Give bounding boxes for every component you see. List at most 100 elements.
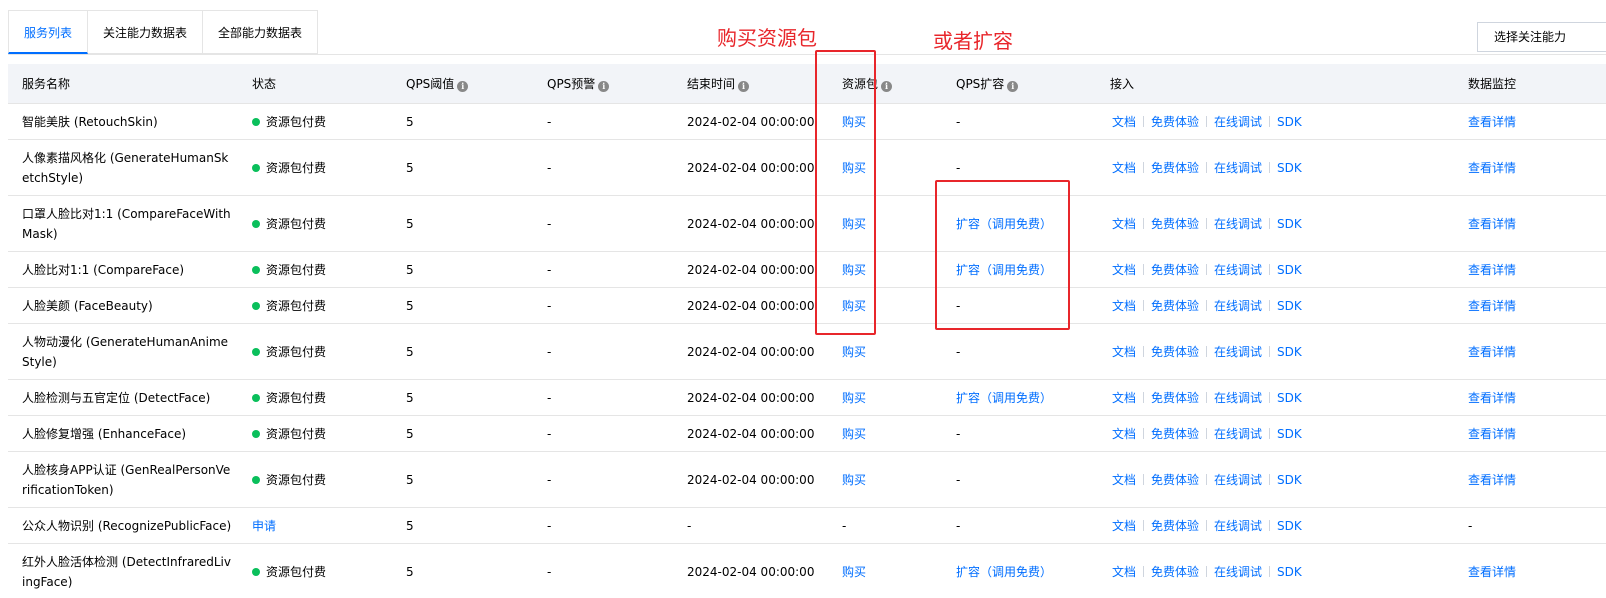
tab-followed-capabilities[interactable]: 关注能力数据表 xyxy=(88,10,204,54)
qps-threshold-value: 5 xyxy=(406,472,414,487)
access-link-3[interactable]: SDK xyxy=(1277,299,1302,313)
access-link-2[interactable]: 在线调试 xyxy=(1214,261,1262,278)
view-details-link[interactable]: 查看详情 xyxy=(1468,343,1516,360)
access-link-0[interactable]: 文档 xyxy=(1112,261,1136,278)
buy-package-link[interactable]: 购买 xyxy=(842,343,866,360)
view-details-link[interactable]: 查看详情 xyxy=(1468,159,1516,176)
link-separator xyxy=(1206,116,1208,127)
access-link-1[interactable]: 免费体验 xyxy=(1151,159,1199,176)
link-separator xyxy=(1269,300,1271,311)
service-name: 人脸比对1:1 (CompareFace) xyxy=(22,262,185,277)
view-details-link[interactable]: 查看详情 xyxy=(1468,297,1516,314)
status-text: 资源包付费 xyxy=(266,565,327,579)
access-link-0[interactable]: 文档 xyxy=(1112,113,1136,130)
access-link-2[interactable]: 在线调试 xyxy=(1214,113,1262,130)
access-link-3[interactable]: SDK xyxy=(1277,565,1302,579)
access-link-0[interactable]: 文档 xyxy=(1112,343,1136,360)
qps-threshold-value: 5 xyxy=(406,298,414,313)
access-link-1[interactable]: 免费体验 xyxy=(1151,113,1199,130)
select-followed-capabilities-button[interactable]: 选择关注能力 xyxy=(1477,22,1606,52)
annotation-box-package xyxy=(815,50,876,335)
view-details-link[interactable]: 查看详情 xyxy=(1468,425,1516,442)
link-separator xyxy=(1206,474,1208,485)
link-separator xyxy=(1206,218,1208,229)
header-end-time: 结束时间 i xyxy=(687,64,750,104)
view-details-link[interactable]: 查看详情 xyxy=(1468,215,1516,232)
access-link-3[interactable]: SDK xyxy=(1277,345,1302,359)
access-link-1[interactable]: 免费体验 xyxy=(1151,471,1199,488)
access-link-3[interactable]: SDK xyxy=(1277,473,1302,487)
info-icon[interactable]: i xyxy=(598,81,610,92)
service-name: 口罩人脸比对1:1 (CompareFaceWithMask) xyxy=(22,206,231,241)
link-separator xyxy=(1143,116,1145,127)
access-link-3[interactable]: SDK xyxy=(1277,427,1302,441)
access-link-0[interactable]: 文档 xyxy=(1112,563,1136,580)
access-link-2[interactable]: 在线调试 xyxy=(1214,159,1262,176)
access-link-0[interactable]: 文档 xyxy=(1112,159,1136,176)
info-icon[interactable]: i xyxy=(1007,81,1019,92)
access-link-2[interactable]: 在线调试 xyxy=(1214,215,1262,232)
access-link-1[interactable]: 免费体验 xyxy=(1151,343,1199,360)
access-link-2[interactable]: 在线调试 xyxy=(1214,425,1262,442)
status-text: 资源包付费 xyxy=(266,299,327,313)
access-link-2[interactable]: 在线调试 xyxy=(1214,563,1262,580)
access-link-3[interactable]: SDK xyxy=(1277,391,1302,405)
info-icon[interactable]: i xyxy=(738,81,750,92)
status-dot-icon xyxy=(252,393,260,402)
qps-threshold-value: 5 xyxy=(406,564,414,579)
access-link-2[interactable]: 在线调试 xyxy=(1214,297,1262,314)
access-link-1[interactable]: 免费体验 xyxy=(1151,261,1199,278)
buy-package-link[interactable]: 购买 xyxy=(842,471,866,488)
access-link-0[interactable]: 文档 xyxy=(1112,297,1136,314)
info-icon[interactable]: i xyxy=(881,81,893,92)
status-cell: 资源包付费 xyxy=(252,544,326,598)
access-link-3[interactable]: SDK xyxy=(1277,161,1302,175)
status-cell: 资源包付费 xyxy=(252,140,326,195)
buy-package-link[interactable]: 购买 xyxy=(842,389,866,406)
link-separator xyxy=(1269,428,1271,439)
link-separator xyxy=(1143,162,1145,173)
link-separator xyxy=(1206,566,1208,577)
access-links: 文档 免费体验 在线调试 SDK xyxy=(1112,252,1302,287)
access-link-3[interactable]: SDK xyxy=(1277,263,1302,277)
view-details-link[interactable]: 查看详情 xyxy=(1468,261,1516,278)
tab-service-list[interactable]: 服务列表 xyxy=(8,10,89,54)
apply-link[interactable]: 申请 xyxy=(252,517,276,534)
access-link-3[interactable]: SDK xyxy=(1277,519,1302,533)
access-link-0[interactable]: 文档 xyxy=(1112,389,1136,406)
access-link-0[interactable]: 文档 xyxy=(1112,425,1136,442)
access-link-1[interactable]: 免费体验 xyxy=(1151,517,1199,534)
view-details-link[interactable]: 查看详情 xyxy=(1468,389,1516,406)
tab-all-capabilities[interactable]: 全部能力数据表 xyxy=(203,10,319,54)
access-link-2[interactable]: 在线调试 xyxy=(1214,343,1262,360)
access-link-2[interactable]: 在线调试 xyxy=(1214,517,1262,534)
qps-threshold-value: 5 xyxy=(406,114,414,129)
buy-package-link[interactable]: 购买 xyxy=(842,563,866,580)
access-link-3[interactable]: SDK xyxy=(1277,217,1302,231)
access-link-2[interactable]: 在线调试 xyxy=(1214,471,1262,488)
service-name: 人脸修复增强 (EnhanceFace) xyxy=(22,426,187,441)
access-link-2[interactable]: 在线调试 xyxy=(1214,389,1262,406)
access-link-1[interactable]: 免费体验 xyxy=(1151,425,1199,442)
qps-expand-link[interactable]: 扩容（调用免费） xyxy=(956,389,1052,406)
status-text: 资源包付费 xyxy=(266,263,327,277)
view-details-link[interactable]: 查看详情 xyxy=(1468,471,1516,488)
access-link-0[interactable]: 文档 xyxy=(1112,471,1136,488)
access-link-0[interactable]: 文档 xyxy=(1112,215,1136,232)
access-link-0[interactable]: 文档 xyxy=(1112,517,1136,534)
info-icon[interactable]: i xyxy=(457,81,469,92)
access-link-3[interactable]: SDK xyxy=(1277,115,1302,129)
end-time-value: 2024-02-04 00:00:00 xyxy=(687,564,815,579)
access-link-1[interactable]: 免费体验 xyxy=(1151,563,1199,580)
buy-package-link[interactable]: 购买 xyxy=(842,425,866,442)
view-details-link[interactable]: 查看详情 xyxy=(1468,113,1516,130)
view-details-link[interactable]: 查看详情 xyxy=(1468,563,1516,580)
status-dot-icon xyxy=(252,429,260,438)
qps-expand-link[interactable]: 扩容（调用免费） xyxy=(956,563,1052,580)
qps-threshold-value: 5 xyxy=(406,216,414,231)
status-dot-icon xyxy=(252,265,260,274)
access-link-1[interactable]: 免费体验 xyxy=(1151,389,1199,406)
access-links: 文档 免费体验 在线调试 SDK xyxy=(1112,104,1302,139)
access-link-1[interactable]: 免费体验 xyxy=(1151,215,1199,232)
access-link-1[interactable]: 免费体验 xyxy=(1151,297,1199,314)
